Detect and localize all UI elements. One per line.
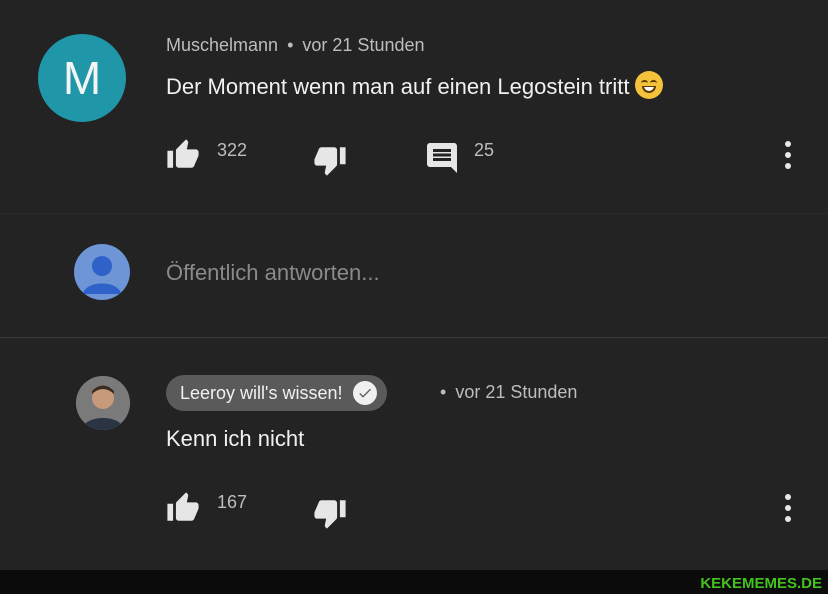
- reply-meta: • vor 21 Stunden: [440, 382, 577, 403]
- more-vert-icon[interactable]: [785, 494, 791, 522]
- like-count: 167: [217, 492, 248, 512]
- thumb-up-icon: [167, 139, 199, 168]
- thumb-down-icon: [314, 147, 346, 176]
- verified-check-icon: [352, 381, 377, 405]
- avatar[interactable]: M: [38, 34, 126, 122]
- reply-text: Kenn ich nicht: [166, 426, 305, 451]
- reply-input[interactable]: Öffentlich antworten...: [166, 260, 380, 286]
- comment-time[interactable]: vor 21 Stunden: [302, 35, 424, 55]
- author-pill[interactable]: Leeroy will's wissen!: [166, 375, 387, 411]
- comment-text-row: Der Moment wenn man auf einen Legostein …: [166, 71, 664, 100]
- thumb-up-icon: [167, 492, 199, 521]
- reply-time[interactable]: vor 21 Stunden: [455, 382, 577, 402]
- avatar[interactable]: [76, 376, 130, 430]
- avatar-letter: M: [62, 52, 102, 104]
- reply-count: 25: [474, 140, 495, 160]
- like-button[interactable]: [166, 491, 200, 530]
- meta-separator: •: [440, 382, 447, 402]
- comment-text: Der Moment wenn man auf einen Legostein …: [166, 74, 630, 99]
- section-divider: [0, 213, 828, 214]
- grinning-sweat-emoji-icon: [635, 71, 664, 99]
- watermark: KEKEMEMES.DE: [700, 575, 822, 592]
- comment-icon: [427, 143, 457, 173]
- dislike-button[interactable]: [313, 143, 347, 182]
- comment-author[interactable]: Muschelmann: [166, 35, 278, 55]
- default-user-icon: [74, 244, 130, 300]
- reply-box-divider: [0, 337, 828, 338]
- like-count: 322: [217, 140, 248, 160]
- comment-meta: Muschelmann • vor 21 Stunden: [166, 35, 425, 56]
- reply-count-button[interactable]: [424, 140, 460, 181]
- dislike-button[interactable]: [313, 496, 347, 535]
- more-vert-icon[interactable]: [785, 141, 791, 169]
- thumb-down-icon: [314, 500, 346, 529]
- like-button[interactable]: [166, 138, 200, 177]
- reply-author: Leeroy will's wissen!: [180, 382, 343, 403]
- meta-separator: •: [287, 35, 294, 55]
